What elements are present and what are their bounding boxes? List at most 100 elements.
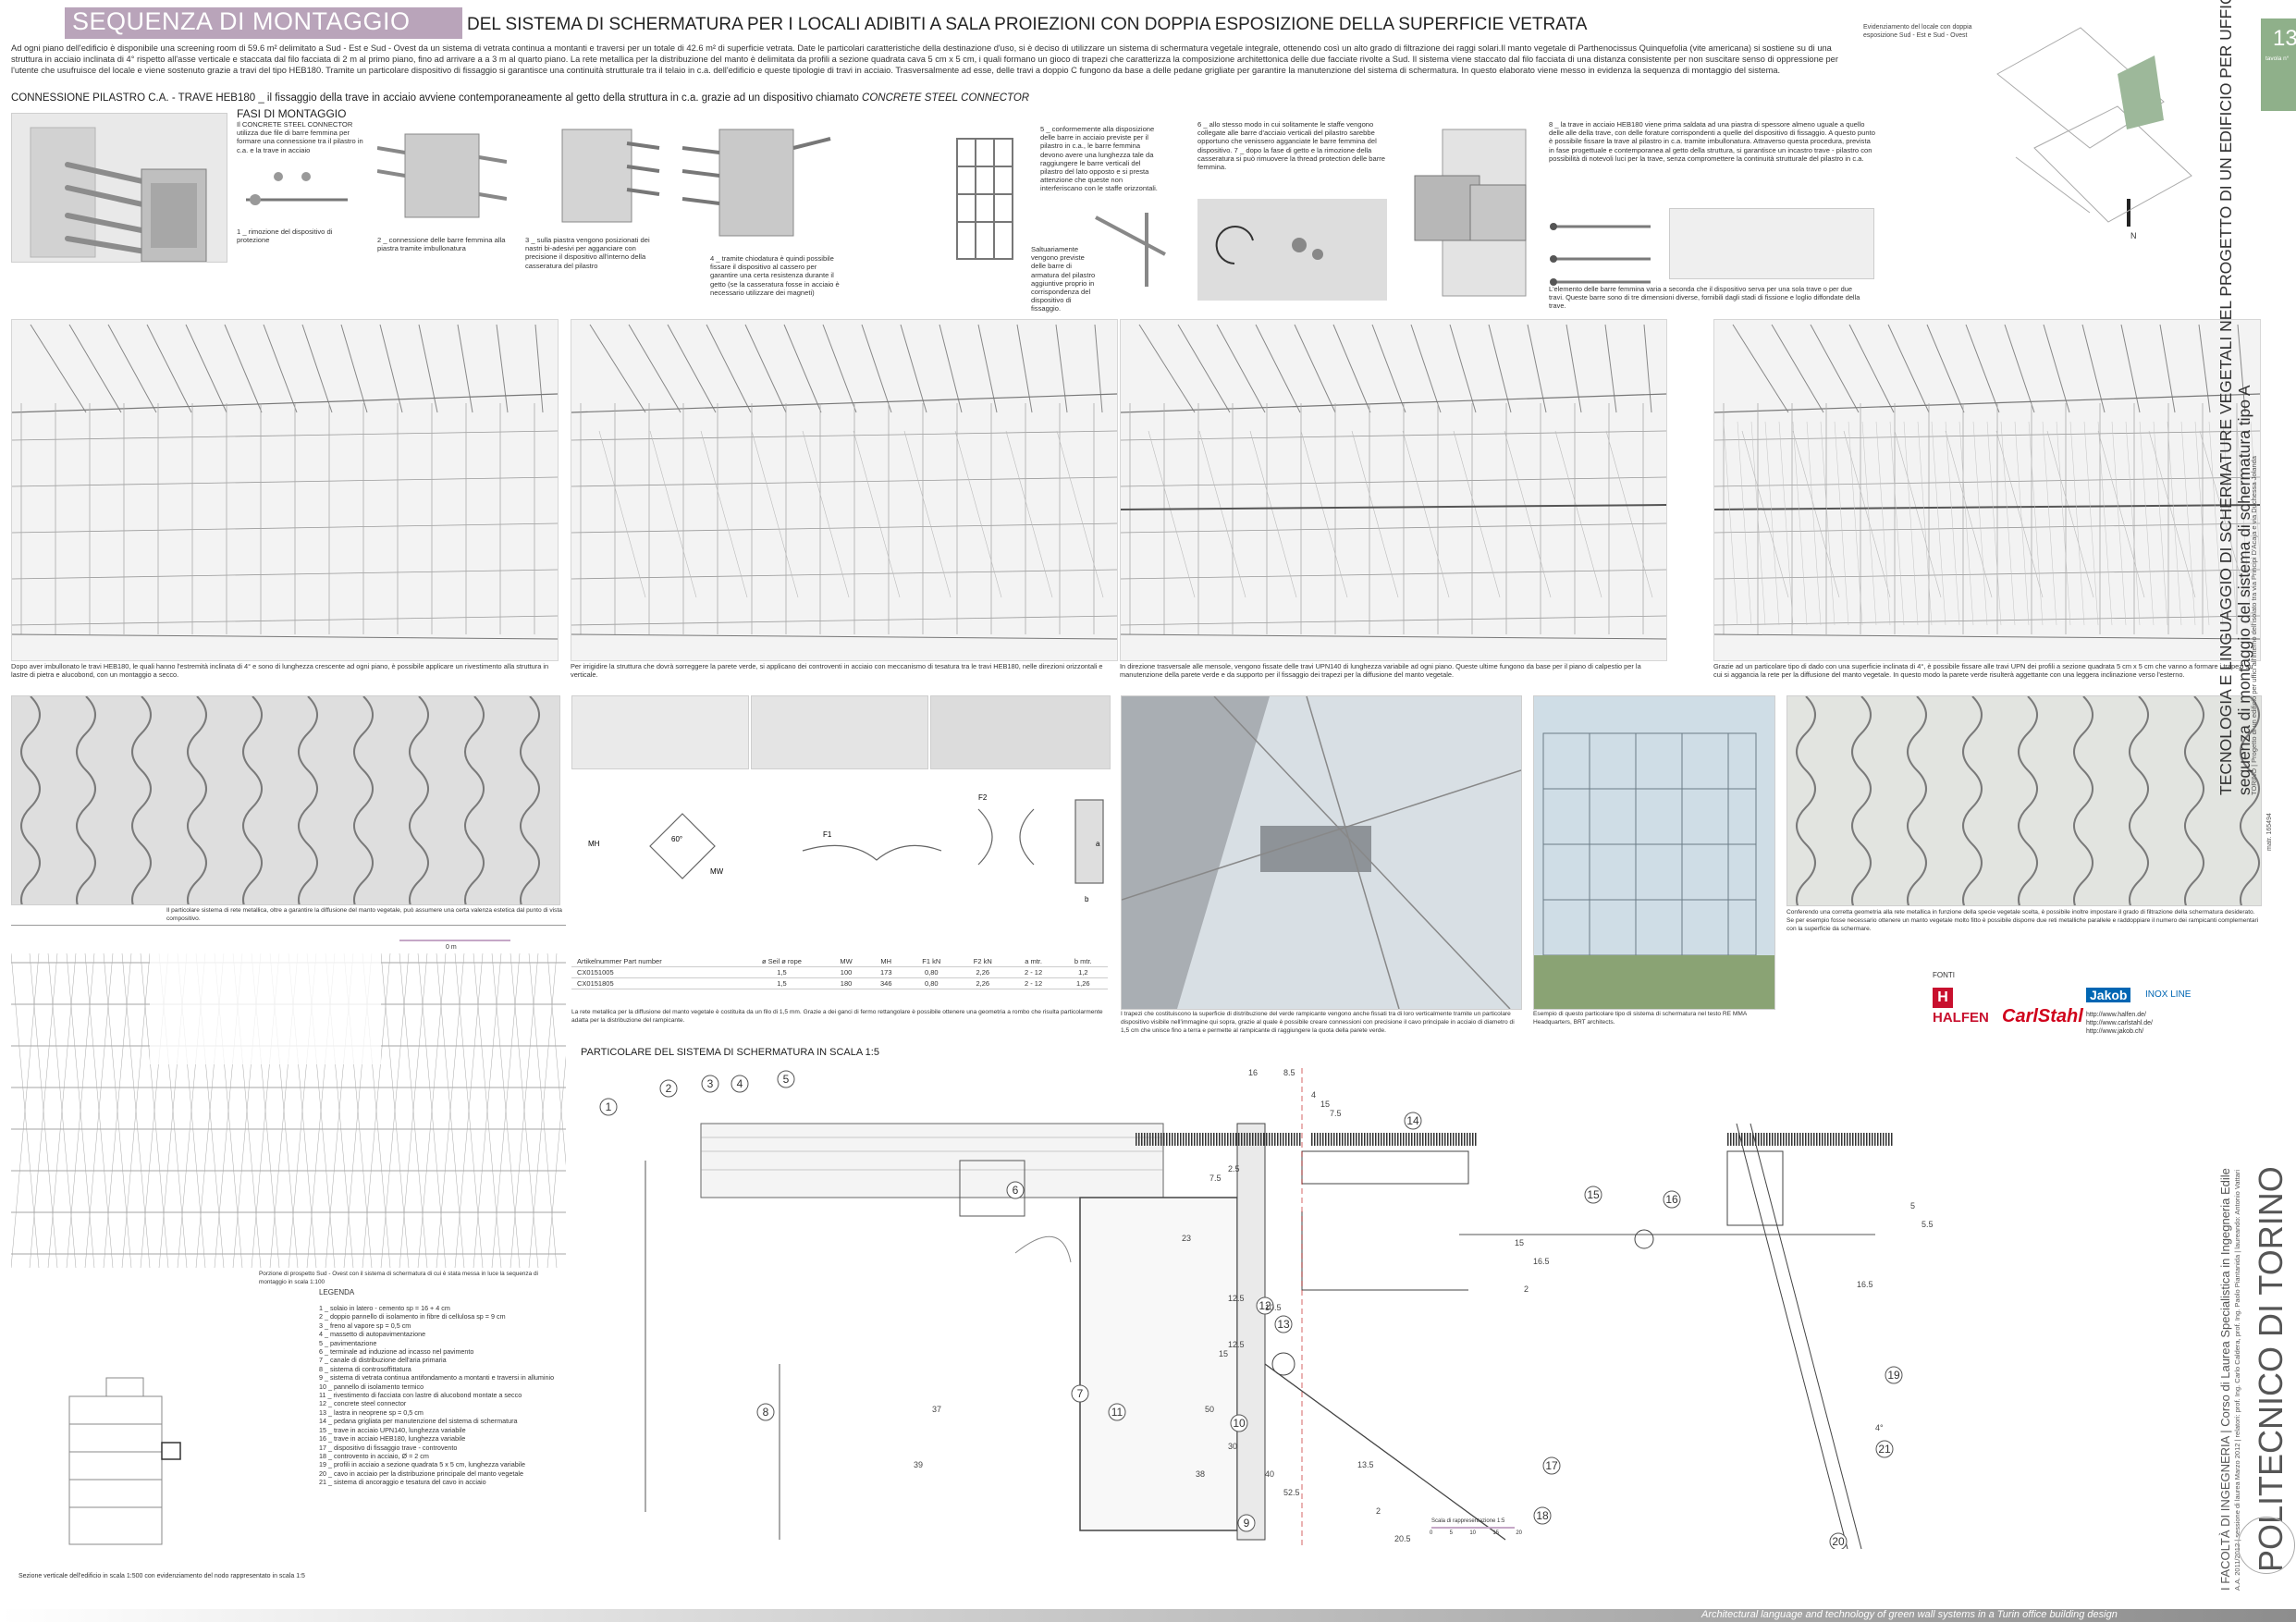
mesh-table-header: b mtr. xyxy=(1058,956,1108,967)
site-plan xyxy=(1979,18,2201,231)
faculty-name: I FACOLTÀ DI INGEGNERIA | Corso di Laure… xyxy=(2218,1168,2232,1591)
detail-scale-bar xyxy=(1431,1527,1515,1529)
legend-item: 6 _ terminale ad induzione ad incasso ne… xyxy=(319,1347,474,1357)
detail-dimension: 23 xyxy=(1182,1234,1191,1243)
detail-dimension: 39 xyxy=(914,1460,923,1469)
elevation-scale-label: 0 m xyxy=(446,944,457,951)
legend-item: 3 _ freno al vapore sp = 0,5 cm xyxy=(319,1321,411,1330)
detail-number: 9 xyxy=(1244,1517,1250,1530)
detail-dimension: 5.5 xyxy=(1922,1220,1934,1229)
source-links: http://www.halfen.de/ http://www.carlsta… xyxy=(2086,1011,2153,1036)
step-3-label: 3 _ sulla piastra vengono posizionati de… xyxy=(525,236,650,270)
mesh-diagram: 60° MH MW F1 F2 a b xyxy=(571,772,1108,911)
detail-number: 4 xyxy=(737,1077,743,1090)
source-link-halfen[interactable]: http://www.halfen.de/ xyxy=(2086,1011,2153,1019)
legend-item: 16 _ trave in acciaio HEB180, lunghezza … xyxy=(319,1434,466,1444)
page-title: SEQUENZA DI MONTAGGIO xyxy=(72,7,411,35)
step-2-label: 2 _ connessione delle barre femmina alla… xyxy=(377,236,506,253)
mesh-table-cell: 346 xyxy=(866,977,906,989)
step-6-label: 6 _ allo stesso modo in cui solitamente … xyxy=(1197,120,1386,172)
step-1-intro: Il CONCRETE STEEL CONNECTOR utilizza due… xyxy=(237,120,363,154)
mesh-table-header: MW xyxy=(826,956,866,967)
step-3-illustration xyxy=(561,129,660,223)
detail-dimension: 50 xyxy=(1205,1405,1214,1414)
step-5-extra: Saltuariamente vengono previste delle ba… xyxy=(1031,245,1096,313)
legend-item: 18 _ controvento in acciaio, Ø = 2 cm xyxy=(319,1451,429,1460)
phases-title: FASI DI MONTAGGIO xyxy=(237,107,347,120)
academic-year: A.A. 2011/2012 | sessione di laurea Marz… xyxy=(2233,1169,2241,1591)
sidebar-project-note: TORINO | Progetto di un edificio per uff… xyxy=(2250,456,2258,795)
legend-item: 2 _ doppio pannello di isolamento in fib… xyxy=(319,1312,506,1321)
mesh-angle: 60° xyxy=(671,835,682,843)
detail-number: 8 xyxy=(763,1406,769,1419)
table-number: 13 xyxy=(2273,26,2296,51)
detail-lines: 12 3 4 56789101112131415 16171819202116 8.541… xyxy=(599,1068,1934,1562)
detail-scale-label: Scala di rappresentazione 1:5 xyxy=(1431,1518,1505,1524)
legend-item: 13 _ lastra in neoprene sp = 0,5 cm xyxy=(319,1407,424,1417)
step-5-label: 5 _ conformemente alla disposizione dell… xyxy=(1040,125,1158,193)
detail-number: 7 xyxy=(1077,1387,1084,1400)
mesh-photo-2b xyxy=(751,695,928,769)
mesh-table-cell: CX0151805 xyxy=(571,977,738,989)
mesh-table-caption: La rete metallica per la diffusione del … xyxy=(571,1009,1103,1024)
mesh-table: Artikelnummer Part number ø Seil ø rope MW… xyxy=(571,956,1108,989)
mesh-table-row: CX0151005 1,5 100 173 0,80 2,26 2 - 12 1,2 xyxy=(571,966,1108,978)
fixing-device-photo xyxy=(1121,695,1522,1010)
detail-dimension: 37 xyxy=(932,1405,941,1414)
source-link-jakob[interactable]: http://www.jakob.ch/ xyxy=(2086,1027,2153,1036)
legend-item: 8 _ sistema di controsoffittatura xyxy=(319,1364,411,1373)
detail-dimension: 13.5 xyxy=(1357,1460,1374,1469)
reference-building-caption: Esempio di questo particolare tipo di si… xyxy=(1533,1011,1747,1026)
detail-dimension: 20.5 xyxy=(1394,1534,1411,1543)
step-1-illustration xyxy=(246,171,348,205)
mesh-table-header: ø Seil ø rope xyxy=(737,956,827,967)
legend-item: 5 _ pavimentazione xyxy=(319,1338,377,1347)
detail-number: 10 xyxy=(1233,1417,1246,1430)
building-section xyxy=(51,1369,199,1554)
source-link-carlstahl[interactable]: http://www.carlstahl.de/ xyxy=(2086,1019,2153,1027)
university-seal-icon xyxy=(2238,1517,2295,1574)
mesh-photo-2c xyxy=(930,695,1111,769)
legend-item: 11 _ rivestimento di facciata con lastre… xyxy=(319,1391,522,1400)
detail-dimension: 2.5 xyxy=(1228,1164,1240,1173)
connector-caption: L'elemento delle barre femmina varia a s… xyxy=(1549,285,1860,310)
page-subtitle: DEL SISTEMA DI SCHERMATURA PER I LOCALI … xyxy=(467,15,1588,34)
mesh-table-cell: 2 - 12 xyxy=(1008,966,1059,978)
detail-number: 5 xyxy=(783,1073,790,1086)
mesh-f1: F1 xyxy=(823,830,832,839)
elevation-caption: Porzione di prospetto Sud - Ovest con il… xyxy=(259,1271,538,1285)
intro-paragraph: Ad ogni piano dell'edificio è disponibil… xyxy=(11,43,1838,75)
carlstahl-logo: CarlStahl xyxy=(2002,1006,2083,1026)
legend-item: 7 _ canale di distribuzione dell'aria pr… xyxy=(319,1356,447,1365)
legend-title: LEGENDA xyxy=(319,1288,355,1296)
inox-line-logo: INOX LINE xyxy=(2145,989,2192,1000)
render-3-caption: In direzione trasversale alle mensole, v… xyxy=(1120,662,1641,679)
mesh-photo-1-caption: Il particolare sistema di rete metallica… xyxy=(166,907,562,922)
detail-dimension: 16.5 xyxy=(1857,1280,1873,1289)
detail-number: 11 xyxy=(1111,1406,1123,1419)
step-3: 3 _ sulla piastra vengono posizionati de… xyxy=(525,120,664,277)
step-5: 5 _ conformemente alla disposizione dell… xyxy=(943,120,1202,313)
mesh-table-row: CX0151805 1,5 180 346 0,80 2,26 2 - 12 1,26 xyxy=(571,977,1108,989)
mesh-photo-1-net xyxy=(20,695,651,919)
detail-dimension: 15 xyxy=(1219,1349,1228,1358)
step-1: Il CONCRETE STEEL CONNECTOR utilizza due… xyxy=(237,120,366,259)
detail-dimension: 52.5 xyxy=(1283,1488,1300,1497)
elevation-scale-bar xyxy=(399,940,510,941)
detail-dimension: 30 xyxy=(1228,1442,1237,1451)
detail-dimension: 5 xyxy=(1910,1201,1915,1210)
mesh-table-cell: 1,5 xyxy=(737,966,827,978)
vegetation-caption: Conferendo una corretta geometria alla r… xyxy=(1786,909,2259,932)
render-4 xyxy=(1713,319,2261,661)
step-2: 2 _ connessione delle barre femmina alla… xyxy=(376,120,508,277)
halfen-logo: HALFEN xyxy=(1933,1010,1989,1026)
detail-dimension: 8.5 xyxy=(1283,1068,1295,1077)
detail-number: 19 xyxy=(1887,1369,1900,1382)
fixing-device-caption: I trapezi che costituiscono la superfici… xyxy=(1121,1011,1515,1034)
elevation-lines xyxy=(10,952,576,1269)
mesh-table-header: Artikelnummer Part number xyxy=(571,956,738,967)
jakob-logo: Jakob xyxy=(2086,988,2131,1002)
mesh-table-cell: 0,80 xyxy=(905,966,958,978)
detail-number: 20 xyxy=(1832,1535,1845,1548)
render-3 xyxy=(1120,319,1667,661)
